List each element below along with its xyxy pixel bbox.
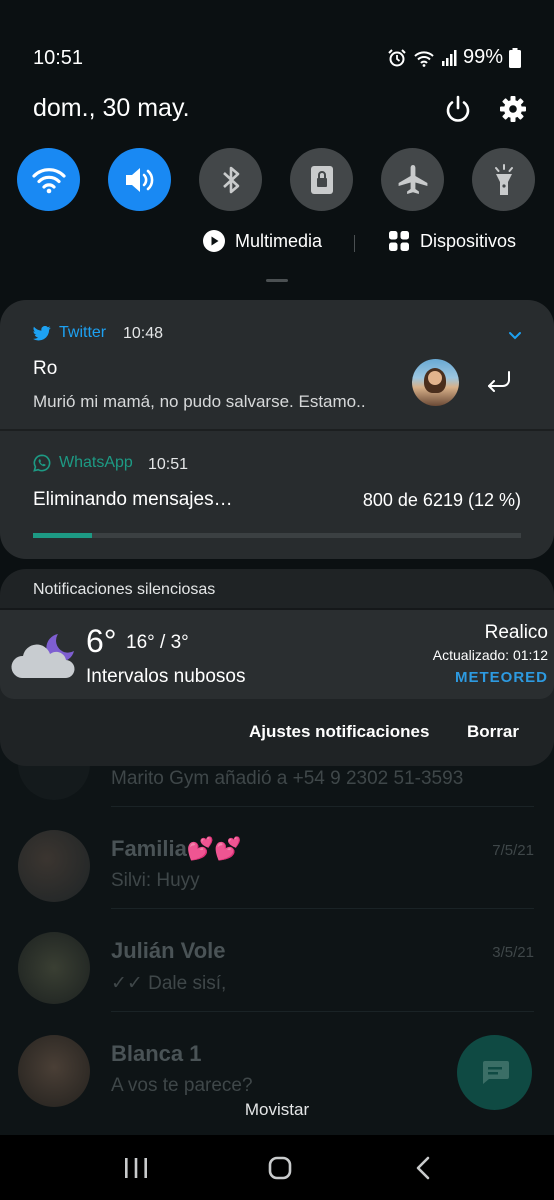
clear-button[interactable]: Borrar (467, 722, 519, 742)
divider (111, 1011, 534, 1012)
weather-moon-cloud-icon (8, 630, 78, 687)
temperature-range: 16° / 3° (126, 632, 189, 653)
multimedia-label: Multimedia (235, 230, 323, 251)
chat-name: Blanca 1 (111, 1041, 202, 1066)
silent-notifications-header: Notificaciones silenciosas (33, 581, 216, 598)
chat-name: Familia💕💕 (111, 836, 242, 861)
speaker-icon (125, 167, 153, 192)
back-button[interactable] (415, 1156, 431, 1185)
whatsapp-app-name: WhatsApp (59, 454, 133, 471)
chat-message: A vos te parece? (111, 1075, 253, 1096)
back-icon (416, 1156, 430, 1180)
chat-name: Julián Vole (111, 938, 226, 963)
weather-condition: Intervalos nubosos (86, 666, 246, 687)
whatsapp-notif-title: Eliminando mensajes… (33, 489, 233, 510)
signal-icon (441, 49, 457, 66)
chat-date: 3/5/21 (492, 944, 534, 961)
home-icon (268, 1156, 292, 1180)
lock-icon (310, 165, 333, 194)
list-item: Familia💕💕 7/5/21 Silvi: Huyy (0, 806, 554, 930)
wifi-icon (31, 167, 66, 193)
power-icon (446, 95, 470, 122)
reply-button[interactable] (485, 370, 513, 399)
chat-date: 7/5/21 (492, 842, 534, 859)
whatsapp-app-label: WhatsApp (33, 454, 133, 472)
date-label: dom., 30 may. (33, 94, 190, 122)
weather-city: Realico (484, 622, 548, 643)
expand-button[interactable] (508, 328, 522, 346)
chevron-down-icon (509, 332, 521, 340)
devices-label: Dispositivos (420, 230, 517, 251)
chat-message: Silvi: Huyy (111, 870, 200, 891)
screen-lock-toggle[interactable] (290, 148, 353, 211)
settings-button[interactable] (498, 94, 528, 124)
airplane-mode-toggle[interactable] (381, 148, 444, 211)
twitter-notif-text: Murió mi mamá, no pudo salvarse. Estamo.… (33, 392, 366, 411)
new-chat-button (457, 1035, 532, 1110)
divider (354, 235, 355, 252)
chat-message: Marito Gym añadió a +54 9 2302 51-3593 (111, 768, 464, 789)
divider (111, 908, 534, 909)
wifi-status-icon (414, 50, 434, 67)
gear-icon (500, 96, 526, 122)
sound-toggle[interactable] (108, 148, 171, 211)
avatar (18, 932, 90, 1004)
navigation-bar (0, 1135, 554, 1200)
progress-fill (33, 533, 92, 538)
twitter-icon (33, 325, 51, 341)
play-icon (203, 230, 225, 252)
recent-apps-icon (125, 1158, 147, 1178)
divider (111, 806, 534, 807)
home-button[interactable] (268, 1156, 292, 1185)
notification-settings-button[interactable]: Ajustes notificaciones (249, 722, 429, 742)
status-icons: 99% (387, 46, 521, 69)
chat-icon (483, 1061, 509, 1084)
devices-icon (389, 231, 409, 251)
twitter-notif-title: Ro (33, 358, 58, 379)
divider (0, 429, 554, 431)
avatar (412, 359, 459, 406)
temperature: 6° (86, 623, 117, 659)
battery-percent: 99% (462, 46, 503, 68)
quick-settings (17, 148, 537, 212)
whatsapp-progress-text: 800 de 6219 (12 %) (362, 490, 521, 510)
avatar-face (428, 371, 442, 385)
bluetooth-icon (222, 166, 239, 193)
power-button[interactable] (443, 94, 473, 124)
whatsapp-notif-time: 10:51 (148, 456, 189, 473)
media-devices-row: Multimedia Dispositivos (0, 230, 554, 258)
multimedia-button[interactable]: Multimedia (203, 230, 322, 252)
wifi-toggle[interactable] (17, 148, 80, 211)
twitter-app-label: Twitter (33, 324, 106, 342)
alarm-icon (388, 48, 406, 66)
progress-bar (33, 533, 521, 538)
recent-apps-button[interactable] (124, 1157, 148, 1184)
twitter-app-name: Twitter (59, 324, 107, 341)
airplane-icon (398, 164, 427, 194)
notification-card: Twitter 10:48 Ro Murió mi mamá, no pudo … (0, 300, 554, 559)
list-item: Julián Vole 3/5/21 ✓✓ Dale sisí, (0, 908, 554, 1032)
status-time: 10:51 (33, 47, 84, 69)
reply-icon (488, 371, 510, 392)
carrier-label: Movistar (244, 1100, 310, 1119)
flashlight-toggle[interactable] (472, 148, 535, 211)
flashlight-icon (494, 163, 513, 195)
chat-message: ✓✓ Dale sisí, (111, 973, 227, 994)
weather-updated: Actualizado: 01:12 (432, 647, 548, 663)
twitter-notif-time: 10:48 (123, 325, 164, 342)
whatsapp-icon (33, 454, 51, 472)
bluetooth-toggle[interactable] (199, 148, 262, 211)
avatar (18, 830, 90, 902)
weather-brand-logo: METEORED (454, 669, 548, 686)
devices-button[interactable]: Dispositivos (388, 230, 516, 252)
battery-icon (509, 47, 521, 68)
panel-handle[interactable] (266, 279, 288, 282)
avatar (18, 1035, 90, 1107)
